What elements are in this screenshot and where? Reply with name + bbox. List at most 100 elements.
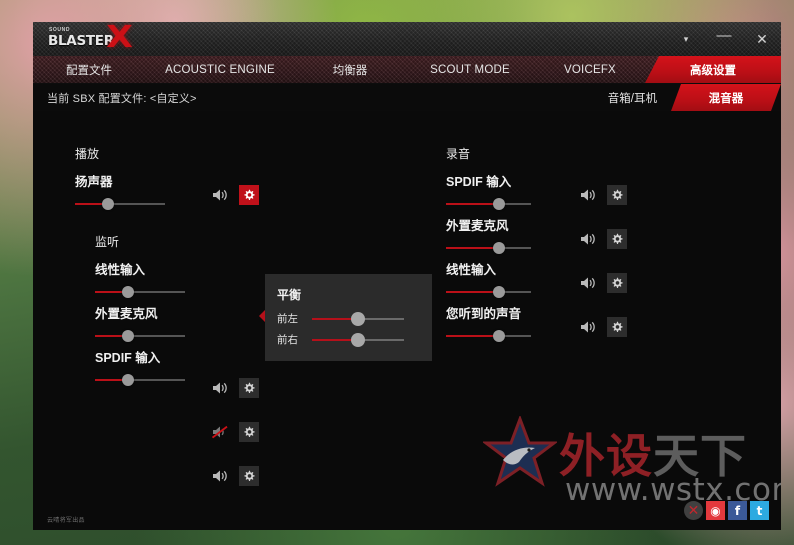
mode-mixer[interactable]: 混音器 [671,84,781,111]
playback-settings-button-external-mic[interactable] [239,422,259,442]
recording-settings-button-external-mic[interactable] [607,229,627,249]
playback-controls-speakers [211,185,259,205]
playback-label-line-in: 线性输入 [95,263,146,277]
dropdown-menu-button[interactable]: ▾ [675,27,697,51]
playback-label-spdif-in: SPDIF 输入 [95,351,161,365]
recording-volume-slider-what-you-hear[interactable] [446,329,531,343]
profile-bar: 当前 SBX 配置文件: <自定义> 音箱/耳机 混音器 [33,84,781,111]
twitter-icon[interactable]: t [750,501,769,520]
author-credit: 云晴将军出品 [47,518,85,524]
speaker-icon[interactable] [579,187,597,203]
logo-x-mark: X [106,22,133,55]
playback-controls-external-mic [211,422,259,442]
tab-advanced-settings[interactable]: 高级设置 [645,56,781,83]
window-controls: ▾ — ✕ [675,22,773,56]
mode-speakers-headphones[interactable]: 音箱/耳机 [594,84,671,111]
recording-heading: 录音 [446,147,471,161]
balance-slider-front-right[interactable] [312,332,404,347]
playback-settings-button-line-in[interactable] [239,378,259,398]
slider-thumb[interactable] [122,374,135,386]
speaker-icon[interactable] [211,468,229,484]
speaker-icon[interactable] [211,380,229,396]
playback-controls-spdif-in [211,466,259,486]
recording-controls-external-mic [579,229,627,249]
current-profile-label: 当前 SBX 配置文件: <自定义> [47,92,197,105]
balance-row-front-right: 前右 [277,332,404,347]
chevron-down-icon: ▾ [683,33,689,44]
slider-fill [446,203,499,205]
slider-thumb[interactable] [351,311,365,326]
recording-settings-button-what-you-hear[interactable] [607,317,627,337]
tab-profiles[interactable]: 配置文件 [33,56,145,83]
playback-volume-slider-external-mic[interactable] [95,329,185,343]
playback-settings-button-spdif-in[interactable] [239,466,259,486]
watermark-brand-red: 外设 [559,429,653,483]
playback-label-external-mic: 外置麦克风 [95,307,158,321]
recording-row-what-you-hear: 您听到的声音 [446,303,531,343]
speaker-icon[interactable] [211,187,229,203]
logo-blaster-text: BLASTER [48,33,114,49]
balance-label-front-left: 前左 [277,313,298,325]
playback-volume-slider-spdif-in[interactable] [95,373,185,387]
slider-thumb[interactable] [492,198,505,210]
close-button[interactable]: ✕ [751,27,773,51]
slider-fill [446,335,499,337]
recording-volume-slider-spdif-in[interactable] [446,197,531,211]
playback-settings-button-speakers[interactable] [239,185,259,205]
playback-row-spdif-in: SPDIF 输入 [95,347,185,387]
facebook-icon[interactable]: f [728,501,747,520]
recording-settings-button-spdif-in[interactable] [607,185,627,205]
recording-volume-slider-line-in[interactable] [446,285,531,299]
minimize-icon: — [716,26,732,44]
speaker-icon[interactable] [579,275,597,291]
balance-row-front-left: 前左 [277,311,404,326]
balance-popup: 平衡 前左 前右 [259,274,432,361]
recording-row-line-in: 线性输入 [446,259,531,299]
recording-controls-spdif-in [579,185,627,205]
tab-equalizer[interactable]: 均衡器 [295,56,405,83]
slider-thumb[interactable] [492,286,505,298]
weibo-icon[interactable]: ◉ [706,501,725,520]
playback-volume-slider-speakers[interactable] [75,197,165,211]
recording-controls-line-in [579,273,627,293]
monitoring-heading: 监听 [95,235,120,249]
recording-volume-slider-external-mic[interactable] [446,241,531,255]
sound-blaster-window: SOUND BLASTER X ▾ — ✕ 配置文件 ACOUSTIC ENGI… [33,22,781,530]
recording-label-what-you-hear: 您听到的声音 [446,307,522,321]
slider-fill [446,291,499,293]
slider-thumb[interactable] [351,332,365,347]
speaker-icon[interactable] [579,319,597,335]
playback-row-speakers: 扬声器 [75,171,165,211]
sound-blasterx-logo: SOUND BLASTER X [47,22,147,55]
balance-slider-front-left[interactable] [312,311,404,326]
tab-acoustic-engine[interactable]: ACOUSTIC ENGINE [145,56,295,83]
balance-label-front-right: 前右 [277,334,298,346]
output-mode-toggle: 音箱/耳机 混音器 [594,84,781,111]
recording-label-spdif-in: SPDIF 输入 [446,175,512,189]
slider-thumb[interactable] [492,242,505,254]
recording-settings-button-line-in[interactable] [607,273,627,293]
star-logo-icon [481,414,559,490]
minimize-button[interactable]: — [713,27,735,51]
close-icon: ✕ [756,31,768,47]
playback-volume-slider-line-in[interactable] [95,285,185,299]
speaker-muted-icon[interactable] [211,424,229,440]
title-bar: SOUND BLASTER X ▾ — ✕ [33,22,781,56]
recording-label-external-mic: 外置麦克风 [446,219,509,233]
tab-voicefx[interactable]: VOICEFX [535,56,645,83]
recording-row-external-mic: 外置麦克风 [446,215,531,255]
recording-controls-what-you-hear [579,317,627,337]
desktop-background: SOUND BLASTER X ▾ — ✕ 配置文件 ACOUSTIC ENGI… [0,0,794,545]
tab-scout-mode[interactable]: SCOUT MODE [405,56,535,83]
slider-thumb[interactable] [122,286,135,298]
slider-thumb[interactable] [102,198,115,210]
slider-thumb[interactable] [492,330,505,342]
watermark-brand-gray: 天下 [653,429,747,483]
balance-title: 平衡 [277,288,302,302]
speaker-icon[interactable] [579,231,597,247]
playback-row-line-in: 线性输入 [95,259,185,299]
watermark-close-icon[interactable]: ✕ [684,501,703,520]
watermark-social-icons: ✕ ◉ f t [684,501,769,520]
main-navigation: 配置文件 ACOUSTIC ENGINE 均衡器 SCOUT MODE VOIC… [33,56,781,84]
slider-thumb[interactable] [122,330,135,342]
